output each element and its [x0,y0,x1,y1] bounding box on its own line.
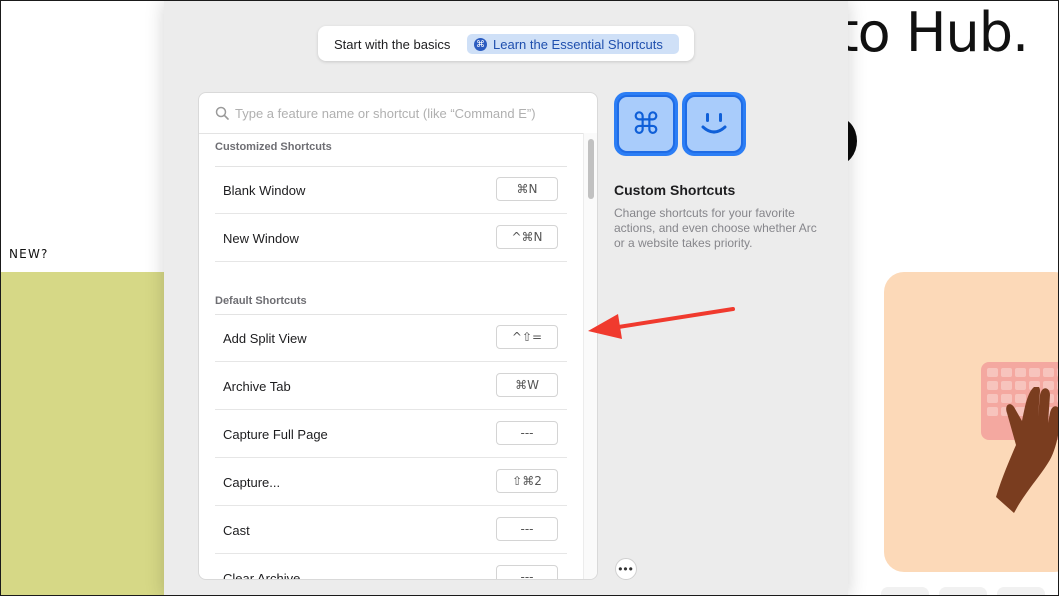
red-arrow-icon [588,307,735,339]
shortcut-row-add-split-view[interactable]: Add Split View ^⇧= [215,314,567,362]
list-scrollbar[interactable] [583,133,597,579]
section-header-customized: Customized Shortcuts [215,141,332,153]
shortcut-row-new-window[interactable]: New Window ^⌘N [215,214,567,262]
command-glyph: ⌘ [631,106,661,142]
command-icon: ⌘ [474,37,487,51]
shortcut-label: Capture... [223,475,281,490]
more-options-button[interactable]: ••• [615,558,637,580]
shortcut-key-badge[interactable]: --- [496,421,558,445]
shortcuts-list: Customized Shortcuts Blank Window ⌘N New… [199,133,583,579]
search-icon [215,106,229,120]
background-new-label: NEW? [9,247,49,261]
shortcut-row-clear-archive[interactable]: Clear Archive --- [215,554,567,580]
shortcut-row-capture-full-page[interactable]: Capture Full Page --- [215,410,567,458]
scrollbar-thumb[interactable] [588,139,594,199]
info-title: Custom Shortcuts [614,182,736,198]
shortcut-key-badge[interactable]: --- [496,517,558,541]
command-icon: ⌘ [617,95,675,153]
background-heading: -to Hub. [819,1,1029,64]
background-green-panel [1,272,164,595]
shortcut-row-blank-window[interactable]: Blank Window ⌘N [215,166,567,214]
basics-bar: Start with the basics ⌘ Learn the Essent… [318,26,694,61]
shortcut-row-archive-tab[interactable]: Archive Tab ⌘W [215,362,567,410]
shortcut-label: Cast [223,523,250,538]
smiley-key-tile [682,92,746,156]
shortcut-key-badge[interactable]: ⇧⌘2 [496,469,558,493]
background-pill-row [881,587,1058,595]
learn-essential-shortcuts-label: Learn the Essential Shortcuts [493,36,663,52]
shortcut-row-capture[interactable]: Capture... ⇧⌘2 [215,458,567,506]
smiley-icon [685,95,743,153]
info-description: Change shortcuts for your favorite actio… [614,206,817,250]
shortcut-label: Add Split View [223,331,307,346]
shortcut-key-badge[interactable]: ^⇧= [496,325,558,349]
learn-essential-shortcuts-button[interactable]: ⌘ Learn the Essential Shortcuts [467,34,679,54]
background-illustration-card [884,272,1058,572]
shortcut-label: Blank Window [223,183,306,198]
shortcuts-panel: Customized Shortcuts Blank Window ⌘N New… [198,92,598,580]
shortcut-key-badge[interactable]: --- [496,565,558,579]
shortcut-key-badge[interactable]: ⌘N [496,177,558,201]
shortcut-label: Archive Tab [223,379,291,394]
shortcut-label: Clear Archive [223,571,301,580]
shortcuts-modal: Start with the basics ⌘ Learn the Essent… [164,1,848,595]
shortcut-key-badge[interactable]: ⌘W [496,373,558,397]
search-input[interactable] [235,104,575,122]
search-bar [199,93,597,134]
shortcut-label: Capture Full Page [223,427,328,442]
section-header-default: Default Shortcuts [215,295,307,307]
screen: NEW? -to Hub. Start with the basics ⌘ Le… [0,0,1059,596]
basics-label: Start with the basics [334,37,451,52]
command-key-tile: ⌘ [614,92,678,156]
smiley-face-icon [701,113,727,134]
hand-illustration-icon [996,387,1058,513]
shortcut-label: New Window [223,231,299,246]
shortcut-key-badge[interactable]: ^⌘N [496,225,558,249]
shortcut-row-cast[interactable]: Cast --- [215,506,567,554]
